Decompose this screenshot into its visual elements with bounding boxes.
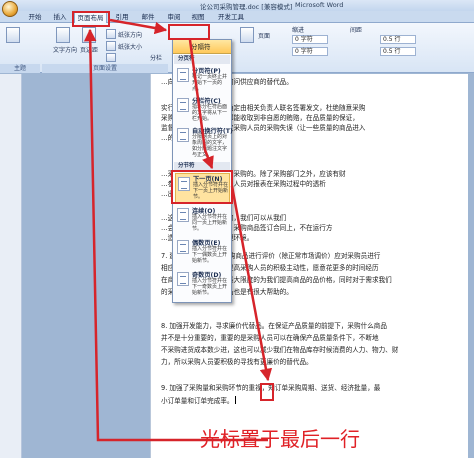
continuous-icon <box>177 208 189 222</box>
office-button-icon[interactable] <box>2 1 18 17</box>
text-wrapping-icon <box>177 128 189 142</box>
margins-label[interactable]: 页边距 <box>80 45 98 54</box>
menu-item-desc: 插入分节符并在下一页上开始新节。 <box>193 182 229 200</box>
margins-icon[interactable] <box>82 27 96 43</box>
next-page-icon <box>178 177 190 191</box>
break-column[interactable]: 分栏符(C) 指示分栏符后面的文字将从下一栏开始。 <box>175 96 230 124</box>
size-label[interactable]: 纸张大小 <box>118 42 142 51</box>
even-page-icon <box>177 240 189 254</box>
tab-home[interactable]: 开始 <box>25 12 45 23</box>
break-even-page[interactable]: 偶数页(E) 插入分节符并在下一偶数页上开始新节。 <box>175 238 230 266</box>
themes-icon[interactable] <box>6 27 20 43</box>
menu-item-desc: 标记一页终止并开始下一页的点。 <box>192 74 228 92</box>
orientation-label[interactable]: 纸张方向 <box>118 30 142 39</box>
menu-item-desc: 插入分节符并在下一偶数页上开始新节。 <box>192 246 228 264</box>
indent-left-field[interactable]: 0 字符 <box>292 35 328 44</box>
group-page-setup-caption: 页面设置 <box>42 64 168 73</box>
break-next-page[interactable]: 下一页(N) 插入分节符并在下一页上开始新节。 <box>175 173 230 203</box>
orientation-icon[interactable] <box>106 29 116 39</box>
column-break-icon <box>177 98 189 112</box>
tab-developer[interactable]: 开发工具 <box>214 12 248 23</box>
page-breaks-section: 分页符 <box>174 55 230 64</box>
text-cursor <box>234 396 236 404</box>
doc-line: 8. 加强开发能力，寻求廉价代替品。在保证产品质量的前提下，采购什么商品 <box>161 322 387 330</box>
doc-line-last: 小订单量和订单完成率。 <box>161 396 461 406</box>
menu-item-desc: 插入分节符并在同一页上开始新节。 <box>192 214 228 232</box>
size-icon[interactable] <box>106 41 116 51</box>
spacing-after-field[interactable]: 0.5 行 <box>380 47 416 56</box>
doc-line: 力，所以采购人员要积极的寻找有更廉价的替代品。 <box>161 358 313 366</box>
spacing-label: 间距 <box>350 27 363 34</box>
menu-item-desc: 分隔网页上的对象周围的文字，如分隔题注文字与正文。 <box>192 134 228 158</box>
document-title: 论公司采购管理.doc [兼容模式] <box>200 3 293 11</box>
page-break-icon <box>177 68 189 82</box>
doc-line: 并不是十分重要的，重要的是采购人员可以在确保产品质量条件下，不断地 <box>161 334 379 342</box>
text-direction-icon[interactable] <box>56 27 70 43</box>
tab-references[interactable]: 引用 <box>112 12 132 23</box>
page-background-label: 页面 <box>258 33 271 40</box>
text-direction-label[interactable]: 文字方向 <box>53 45 77 54</box>
annotation-label: 光标置于最后一行 <box>200 427 360 451</box>
spacing-before-field[interactable]: 0.5 行 <box>380 35 416 44</box>
section-breaks-section: 分节符 <box>174 162 230 171</box>
breaks-dropdown: 分隔符 分页符 分页符(P) 标记一页终止并开始下一页的点。 分栏符(C) 指示… <box>172 39 233 303</box>
odd-page-icon <box>177 272 189 286</box>
menu-item-desc: 插入分节符并在下一奇数页上开始新节。 <box>192 278 228 296</box>
tab-view[interactable]: 视图 <box>188 12 208 23</box>
ribbon-tab-bar: 开始 插入 页面布局 引用 邮件 审阅 视图 开发工具 <box>0 11 474 23</box>
breaks-dropdown-header[interactable]: 分隔符 <box>173 40 231 54</box>
indent-right-field[interactable]: 0 字符 <box>292 47 328 56</box>
ribbon: 主题 文字方向 页边距 纸张方向 纸张大小 分栏 页面设置 页面 缩进 0 字符… <box>0 23 474 73</box>
columns-icon[interactable] <box>106 53 116 62</box>
break-text-wrapping[interactable]: 自动换行符(T) 分隔网页上的对象周围的文字，如分隔题注文字与正文。 <box>175 126 233 160</box>
menu-item-desc: 指示分栏符后面的文字将从下一栏开始。 <box>192 104 228 122</box>
tab-insert[interactable]: 插入 <box>50 12 70 23</box>
group-themes-caption: 主题 <box>0 64 40 73</box>
tab-mailings[interactable]: 邮件 <box>138 12 158 23</box>
app-name: Microsoft Word <box>295 1 344 9</box>
break-odd-page[interactable]: 奇数页(D) 插入分节符并在下一奇数页上开始新节。 <box>175 270 230 298</box>
doc-line: 9. 加强了采购量和采购环节的重视，知订单采购周期、送货、经济批量，最 <box>161 384 381 392</box>
tab-review[interactable]: 审阅 <box>164 12 184 23</box>
title-bar: 论公司采购管理.doc [兼容模式] - Microsoft Word <box>0 0 474 11</box>
indent-label: 缩进 <box>292 27 305 34</box>
break-page[interactable]: 分页符(P) 标记一页终止并开始下一页的点。 <box>175 66 230 94</box>
break-continuous[interactable]: 连续(O) 插入分节符并在同一页上开始新节。 <box>175 206 230 234</box>
tab-page-layout[interactable]: 页面布局 <box>74 12 107 23</box>
page-background-icon[interactable] <box>240 27 254 43</box>
doc-last-line-text: 小订单量和订单完成率。 <box>161 397 234 405</box>
left-ruler <box>0 74 22 458</box>
columns-label[interactable]: 分栏 <box>150 53 162 62</box>
title-separator: - <box>285 1 288 9</box>
doc-line: 不采购进货成本数少进，这也可以减少我们在物品库存时候消费的人力、物力、财 <box>161 346 399 354</box>
